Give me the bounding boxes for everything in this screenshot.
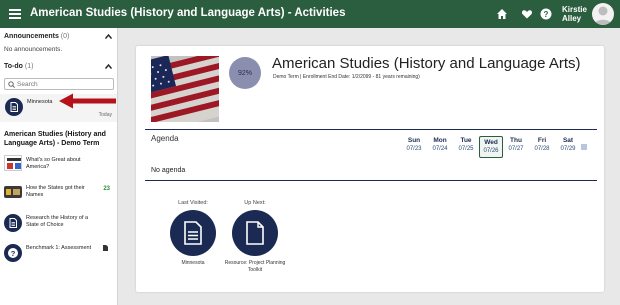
chevron-up-icon[interactable]: [105, 34, 112, 39]
search-icon: [8, 81, 15, 88]
course-subtitle: Demo Term | Enrollment End Date: 1/2/209…: [273, 74, 420, 80]
svg-text:?: ?: [11, 249, 16, 258]
no-announcements-text: No announcements.: [4, 46, 63, 53]
divider: [145, 129, 597, 130]
document-icon: [5, 98, 23, 116]
menu-icon[interactable]: [9, 9, 21, 19]
todo-item-title: Minnesota: [27, 99, 53, 105]
day-thu[interactable]: Thu 07/27: [504, 136, 528, 154]
svg-text:?: ?: [544, 10, 549, 19]
progress-badge: 92%: [229, 57, 261, 89]
page-title: American Studies (History and Language A…: [30, 7, 346, 19]
no-agenda-text: No agenda: [151, 167, 186, 174]
agenda-label: Agenda: [151, 134, 179, 143]
day-tue[interactable]: Tue 07/25: [454, 136, 478, 154]
pointer-arrow: [59, 93, 116, 109]
course-card: 92% American Studies (History and Langua…: [136, 46, 604, 292]
question-icon: ?: [4, 244, 22, 262]
divider: [145, 180, 597, 181]
announcements-header[interactable]: Announcements (0): [4, 33, 69, 40]
activity-label: Benchmark 1: Assessment: [26, 245, 92, 251]
activity-item[interactable]: Research the History of a State of Choic…: [0, 213, 117, 237]
day-sat[interactable]: Sat 07/29: [556, 136, 580, 154]
day-fri[interactable]: Fri 07/28: [530, 136, 554, 154]
help-icon[interactable]: ?: [540, 8, 552, 20]
user-name[interactable]: Kirstie Alley: [562, 5, 587, 23]
course-title: American Studies (History and Language A…: [272, 55, 581, 72]
activity-item[interactable]: How the States got their Names 23: [0, 182, 117, 206]
search-input[interactable]: [17, 80, 109, 89]
heart-icon[interactable]: [521, 8, 533, 20]
activity-thumbnail: [4, 184, 22, 200]
activity-label: What's so Great about America?: [26, 157, 81, 170]
activity-thumbnail: [4, 155, 22, 171]
activity-label: How the States got their Names: [26, 185, 85, 198]
todo-search: [4, 78, 114, 90]
document-icon[interactable]: [170, 210, 216, 256]
top-bar: American Studies (History and Language A…: [0, 0, 620, 28]
activity-label: Research the History of a State of Choic…: [26, 215, 89, 228]
course-image: [151, 56, 219, 122]
chevron-up-icon[interactable]: [105, 64, 112, 69]
todo-item-date: Today: [98, 112, 112, 118]
last-visited[interactable]: Last Visited: Minnesota: [162, 200, 224, 267]
last-visited-label: Last Visited:: [178, 200, 208, 206]
sidebar-course-title[interactable]: American Studies (History and Language A…: [4, 130, 114, 148]
last-visited-name: Minnesota: [181, 260, 205, 266]
activity-count: 23: [103, 186, 110, 192]
file-icon[interactable]: [232, 210, 278, 256]
avatar[interactable]: [592, 3, 614, 25]
document-icon: [4, 214, 22, 232]
up-next-label: Up Next:: [244, 200, 266, 206]
activity-item[interactable]: ? Benchmark 1: Assessment: [0, 243, 117, 265]
home-icon[interactable]: [496, 8, 508, 20]
day-mon[interactable]: Mon 07/24: [428, 136, 452, 154]
day-sun[interactable]: Sun 07/23: [402, 136, 426, 154]
up-next-name: Resource: Project Planning Toolkit: [224, 260, 286, 273]
activity-item[interactable]: What's so Great about America?: [0, 152, 117, 176]
day-wed-today[interactable]: Wed 07/26: [479, 136, 503, 158]
calendar-icon[interactable]: [581, 144, 587, 150]
up-next[interactable]: Up Next: Resource: Project Planning Tool…: [224, 200, 286, 274]
file-icon: [103, 245, 108, 251]
todo-header[interactable]: To-do (1): [4, 63, 33, 70]
sidebar: Announcements (0) No announcements. To-d…: [0, 28, 118, 305]
